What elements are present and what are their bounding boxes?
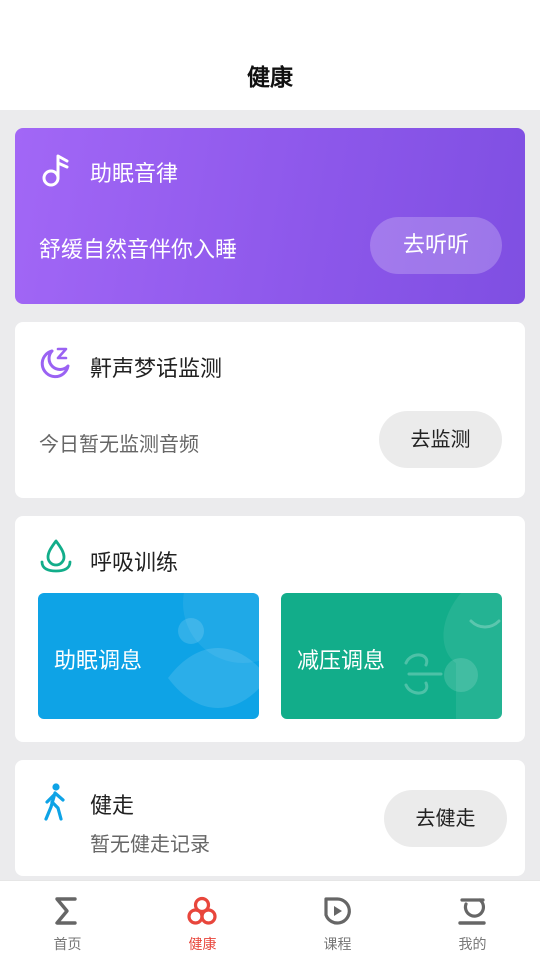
play-circle-icon — [324, 897, 351, 925]
nav-item-courses[interactable]: 课程 — [270, 881, 405, 960]
nav-label-profile: 我的 — [458, 937, 487, 953]
nav-item-health[interactable]: 健康 — [135, 881, 270, 960]
nav-item-home[interactable]: 首页 — [0, 881, 135, 960]
nav-label-home: 首页 — [53, 937, 82, 953]
go-walking-button[interactable]: 去健走 — [384, 790, 507, 847]
stress-relief-breathing-tile[interactable]: 减压调息 — [281, 593, 502, 719]
sleep-music-title: 助眠音律 — [90, 162, 179, 187]
walking-person-icon — [44, 783, 65, 821]
nav-label-courses: 课程 — [323, 937, 352, 953]
sleep-breathing-tile[interactable]: 助眠调息 — [38, 593, 259, 719]
walking-title: 健走 — [90, 794, 135, 819]
health-rings-icon — [187, 896, 217, 925]
monitor-button[interactable]: 去监测 — [379, 411, 502, 468]
snore-monitor-status: 今日暂无监测音频 — [39, 432, 199, 456]
stress-relief-breathing-label: 减压调息 — [297, 649, 386, 674]
breathing-training-card: 呼吸训练 助眠调息 减压调息 — [15, 516, 525, 742]
nav-label-health: 健康 — [188, 937, 217, 953]
walking-card[interactable]: 健走 暂无健走记录 去健走 — [15, 760, 525, 876]
page-title: 健康 — [247, 65, 293, 91]
bottom-nav: 首页 健康 课程 我的 — [0, 880, 540, 960]
breathing-training-title: 呼吸训练 — [90, 551, 179, 576]
walking-status: 暂无健走记录 — [90, 832, 210, 856]
music-note-icon — [42, 154, 69, 187]
droplet-icon — [40, 539, 72, 573]
sleep-breathing-label: 助眠调息 — [54, 649, 143, 674]
moon-zzz-icon — [40, 347, 70, 379]
sleep-music-card[interactable]: 助眠音律 舒缓自然音伴你入睡 去听听 — [15, 128, 525, 304]
listen-button[interactable]: 去听听 — [370, 217, 502, 274]
header: 健康 — [0, 0, 540, 110]
profile-icon — [458, 898, 486, 925]
snore-monitor-title: 鼾声梦话监测 — [90, 357, 223, 382]
sigma-icon — [55, 897, 77, 925]
nav-item-profile[interactable]: 我的 — [405, 881, 540, 960]
sleep-music-subtitle: 舒缓自然音伴你入睡 — [39, 238, 238, 263]
snore-monitor-card[interactable]: 鼾声梦话监测 今日暂无监测音频 去监测 — [15, 322, 525, 498]
